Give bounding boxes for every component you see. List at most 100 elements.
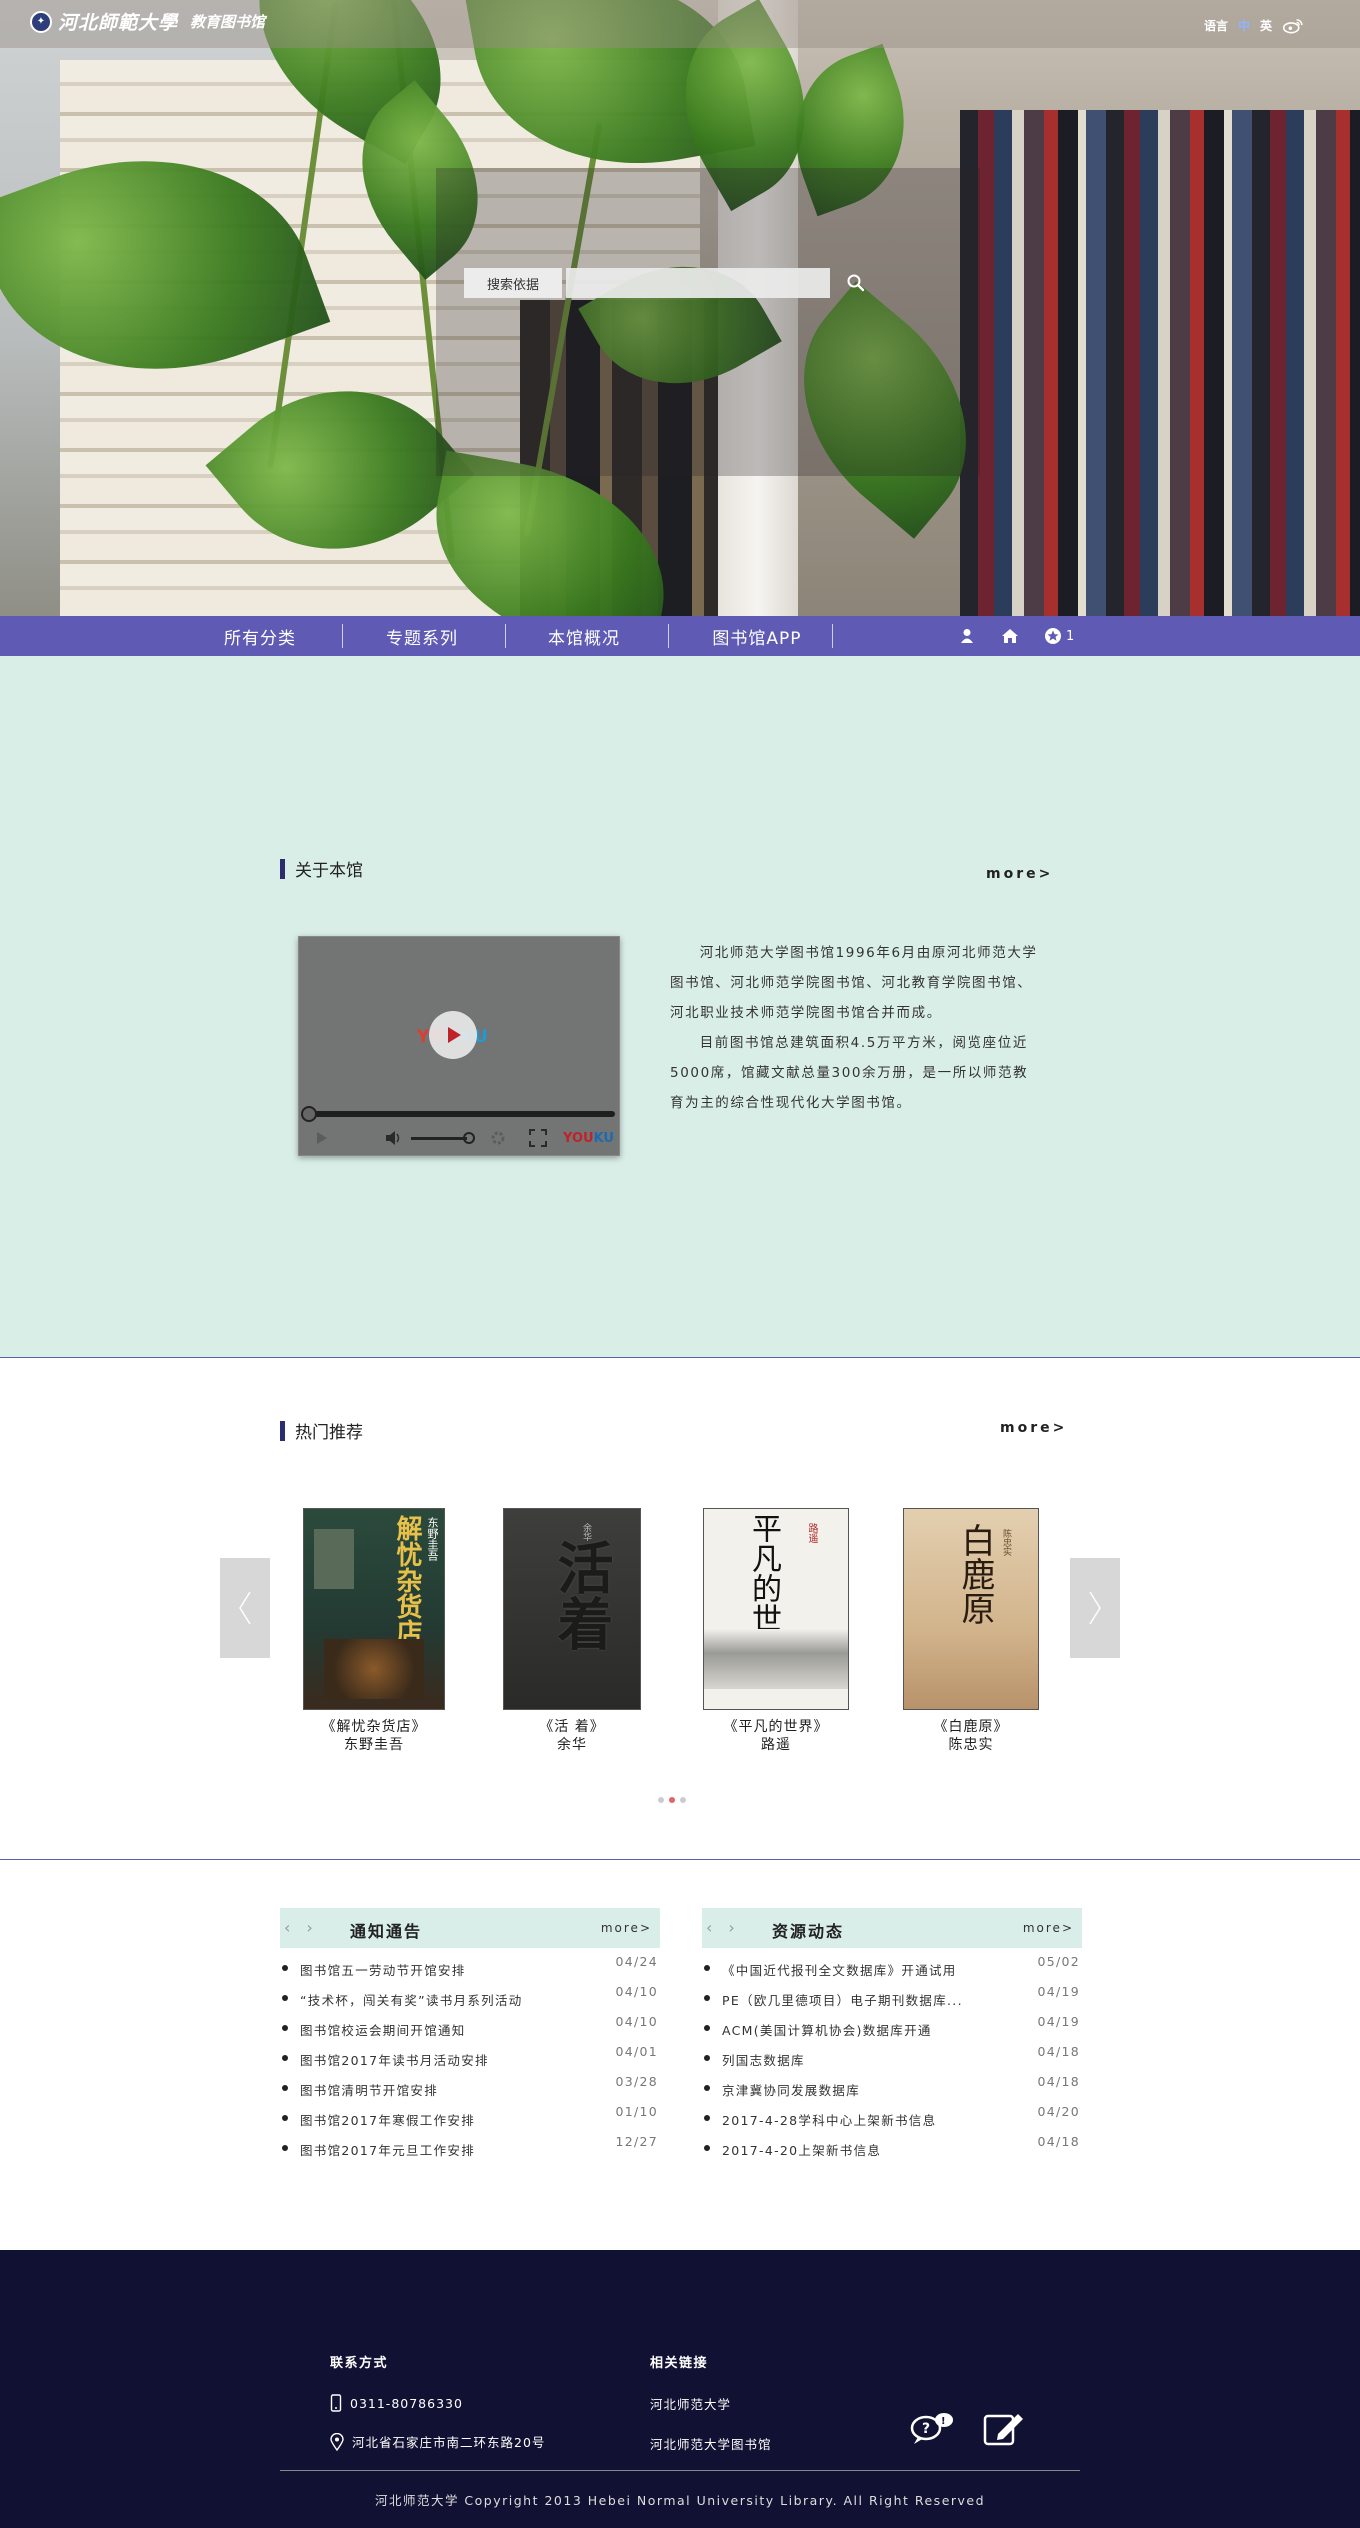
list-item[interactable]: ACM(美国计算机协会)数据库开通 04/19 [702, 2014, 1082, 2044]
weibo-icon[interactable] [1282, 18, 1304, 34]
notice-text[interactable]: 图书馆2017年寒假工作安排 [300, 2110, 590, 2129]
notice-text[interactable]: 图书馆校运会期间开馆通知 [300, 2020, 590, 2039]
book-cover[interactable]: 活着 余华 [503, 1508, 641, 1710]
search-button[interactable] [838, 268, 874, 298]
notice-text[interactable]: 图书馆2017年元旦工作安排 [300, 2140, 590, 2159]
resources-more-link[interactable]: more> [1023, 1921, 1074, 1935]
contact-phone: 0311-80786330 [330, 2394, 463, 2412]
book-card[interactable]: 平凡的世界 路遥 《平凡的世界》 路遥 [676, 1508, 876, 1754]
hot-more-link[interactable]: more> [1000, 1420, 1067, 1436]
about-more-link[interactable]: more> [986, 866, 1053, 882]
video-player[interactable]: YOUKU YOUKU [298, 936, 620, 1156]
book-cover[interactable]: 白鹿原 陈忠实 [903, 1508, 1039, 1710]
chevron-left-icon[interactable]: ‹ [284, 1918, 290, 1937]
chevron-left-icon[interactable]: ‹ [706, 1918, 712, 1937]
list-item[interactable]: 图书馆五一劳动节开馆安排 04/24 [280, 1954, 660, 1984]
nav-separator [832, 624, 833, 648]
list-item[interactable]: 图书馆2017年寒假工作安排 01/10 [280, 2104, 660, 2134]
list-item[interactable]: 2017-4-28学科中心上架新书信息 04/20 [702, 2104, 1082, 2134]
notice-text[interactable]: 图书馆清明节开馆安排 [300, 2080, 590, 2099]
volume-control[interactable] [385, 1127, 475, 1149]
list-item[interactable]: 图书馆2017年元旦工作安排 12/27 [280, 2134, 660, 2164]
book-cover[interactable]: 平凡的世界 路遥 [703, 1508, 849, 1710]
lang-zh-link[interactable]: 中 [1238, 17, 1250, 34]
list-item[interactable]: PE（欧几里德项目）电子期刊数据库... 04/19 [702, 1984, 1082, 2014]
chevron-right-icon[interactable]: › [728, 1918, 734, 1937]
list-item[interactable]: “技术杯，闯关有奖”读书月系列活动 04/10 [280, 1984, 660, 2014]
notice-text[interactable]: 图书馆2017年读书月活动安排 [300, 2050, 590, 2069]
carousel-dot-active[interactable] [669, 1797, 675, 1803]
carousel-dot[interactable] [680, 1797, 686, 1803]
notices-more-link[interactable]: more> [601, 1921, 652, 1935]
book-card[interactable]: 活着 余华 《活 着》 余华 [472, 1508, 672, 1754]
search-by-button[interactable]: 搜索依据 [464, 268, 562, 298]
list-item[interactable]: 《中国近代报刊全文数据库》开通试用 05/02 [702, 1954, 1082, 1984]
home-button[interactable] [1000, 626, 1020, 646]
carousel-next-button[interactable] [1070, 1558, 1120, 1658]
resource-text[interactable]: ACM(美国计算机协会)数据库开通 [722, 2020, 1012, 2039]
resources-panel: ‹ › 资源动态 more> 《中国近代报刊全文数据库》开通试用 05/02 PE… [702, 1908, 1082, 2164]
notice-text[interactable]: “技术杯，闯关有奖”读书月系列活动 [300, 1990, 590, 2009]
video-play-control[interactable] [315, 1127, 329, 1149]
settings-control[interactable] [489, 1127, 507, 1149]
about-description: 河北师范大学图书馆1996年6月由原河北师范大学图书馆、河北师范学院图书馆、河北… [670, 938, 1040, 1118]
location-pin-icon [330, 2432, 344, 2451]
notices-pager: ‹ › [284, 1918, 313, 1937]
book-cover[interactable]: 解忧杂货店 东野圭吾 [303, 1508, 445, 1710]
resource-date: 04/18 [1037, 2074, 1080, 2089]
notice-text[interactable]: 图书馆五一劳动节开馆安排 [300, 1960, 590, 1979]
resource-text[interactable]: 2017-4-28学科中心上架新书信息 [722, 2110, 1012, 2129]
resource-text[interactable]: PE（欧几里德项目）电子期刊数据库... [722, 1990, 1012, 2009]
volume-slider[interactable] [411, 1136, 467, 1140]
notice-date: 04/01 [615, 2044, 658, 2059]
search-input[interactable] [566, 268, 830, 298]
book-card[interactable]: 解忧杂货店 东野圭吾 《解忧杂货店》 东野圭吾 [274, 1508, 474, 1754]
resource-text[interactable]: 2017-4-20上架新书信息 [722, 2140, 1012, 2159]
video-progress-handle[interactable] [301, 1106, 317, 1122]
footer: 联系方式 0311-80786330 河北省石家庄市南二环东路20号 相关链接 … [0, 2250, 1360, 2528]
chat-bubbles-icon[interactable]: ? ! [908, 2408, 958, 2448]
site-logo[interactable]: ✦ 河北師範大學 教育图书馆 [30, 8, 265, 35]
footer-link-university[interactable]: 河北师范大学 [650, 2394, 731, 2413]
bullet-icon [704, 1965, 710, 1971]
chevron-right-icon[interactable]: › [306, 1918, 312, 1937]
list-item[interactable]: 京津冀协同发展数据库 04/18 [702, 2074, 1082, 2104]
book-title[interactable]: 《白鹿原》 [871, 1718, 1071, 1736]
book-title[interactable]: 《活 着》 [472, 1718, 672, 1736]
video-progress-bar[interactable] [305, 1111, 615, 1117]
list-item[interactable]: 2017-4-20上架新书信息 04/18 [702, 2134, 1082, 2164]
nav-library-app[interactable]: 图书馆APP [675, 616, 839, 656]
carousel-prev-button[interactable] [220, 1558, 270, 1658]
list-item[interactable]: 图书馆校运会期间开馆通知 04/10 [280, 2014, 660, 2044]
fullscreen-control[interactable] [529, 1127, 547, 1149]
carousel-dot[interactable] [658, 1797, 664, 1803]
nav-all-categories[interactable]: 所有分类 [178, 616, 342, 656]
list-item[interactable]: 图书馆清明节开馆安排 03/28 [280, 2074, 660, 2104]
edit-icon[interactable] [982, 2408, 1026, 2448]
lang-en-link[interactable]: 英 [1260, 17, 1272, 34]
list-item[interactable]: 图书馆2017年读书月活动安排 04/01 [280, 2044, 660, 2074]
footer-link-library[interactable]: 河北师范大学图书馆 [650, 2434, 772, 2453]
university-seal-icon: ✦ [30, 10, 52, 33]
nav-separator [668, 624, 669, 648]
notice-date: 04/10 [615, 2014, 658, 2029]
user-icon [961, 629, 973, 643]
nav-special-series[interactable]: 专题系列 [340, 616, 504, 656]
resource-text[interactable]: 《中国近代报刊全文数据库》开通试用 [722, 1960, 1012, 1979]
play-button[interactable] [429, 1011, 477, 1059]
svg-text:?: ? [922, 2421, 930, 2437]
resource-text[interactable]: 列国志数据库 [722, 2050, 1012, 2069]
book-title[interactable]: 《平凡的世界》 [676, 1718, 876, 1736]
resource-text[interactable]: 京津冀协同发展数据库 [722, 2080, 1012, 2099]
book-author: 陈忠实 [948, 1737, 994, 1753]
book-title[interactable]: 《解忧杂货店》 [274, 1718, 474, 1736]
links-title: 相关链接 [650, 2356, 709, 2371]
user-button[interactable] [958, 626, 976, 646]
nav-library-overview[interactable]: 本馆概况 [502, 616, 666, 656]
volume-handle[interactable] [463, 1132, 475, 1144]
cover-landscape [704, 1629, 848, 1689]
book-card[interactable]: 白鹿原 陈忠实 《白鹿原》 陈忠实 [871, 1508, 1071, 1754]
cover-title: 解忧杂货店 [392, 1515, 422, 1645]
list-item[interactable]: 列国志数据库 04/18 [702, 2044, 1082, 2074]
favorites-button[interactable]: 1 [1044, 626, 1074, 646]
